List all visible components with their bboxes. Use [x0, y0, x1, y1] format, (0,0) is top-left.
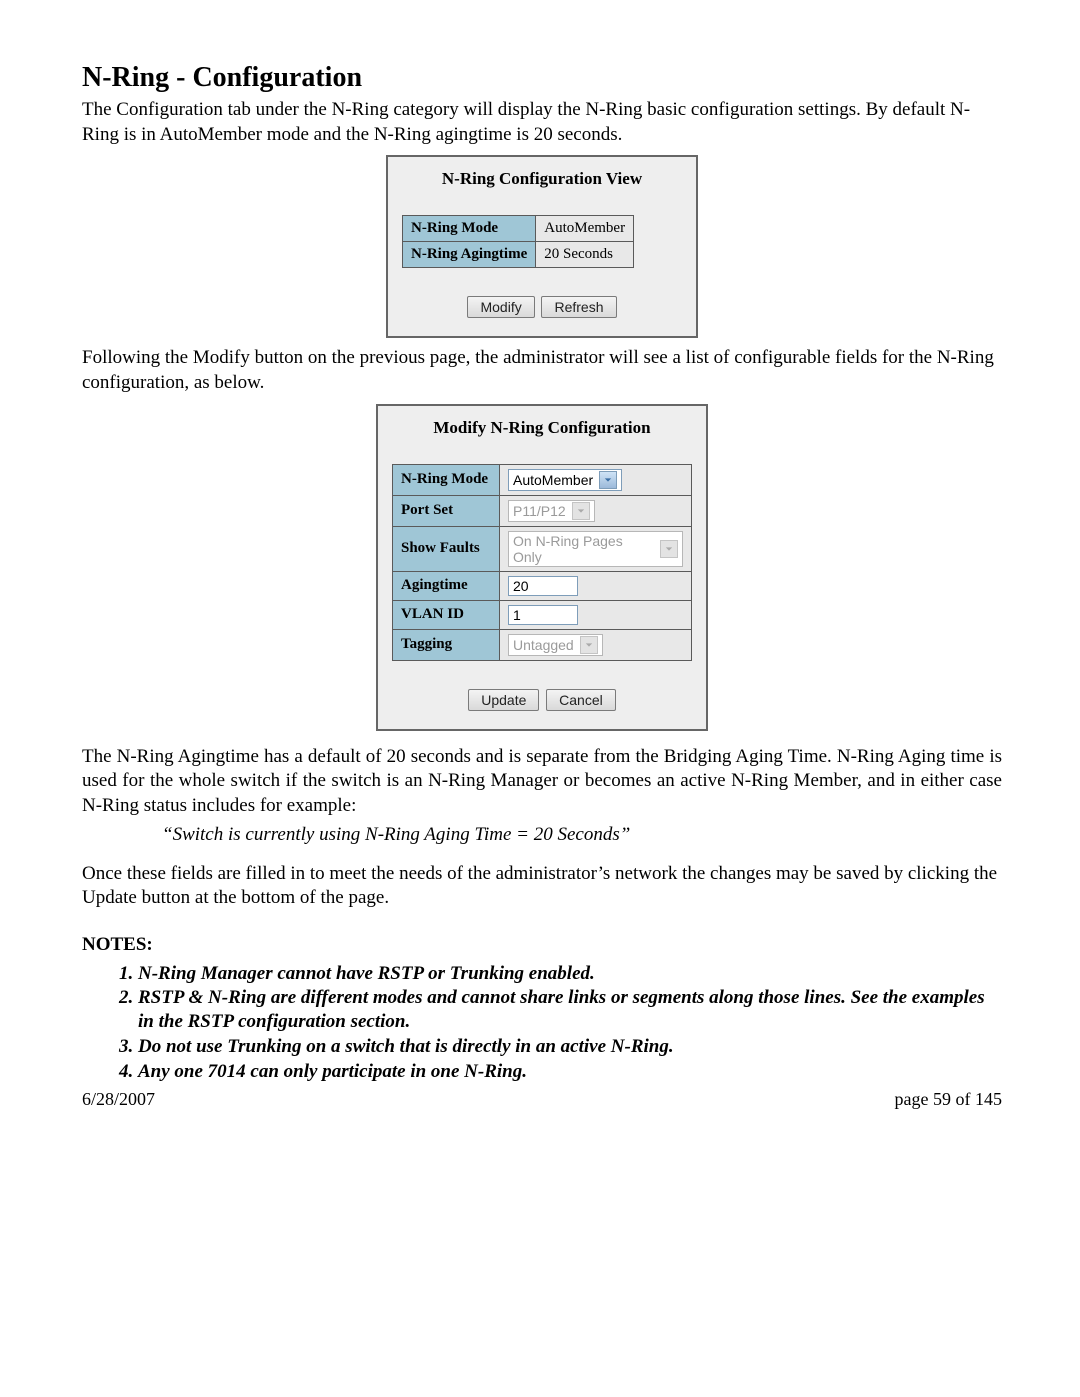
notes-heading: NOTES: [82, 933, 1002, 958]
tagging-select: Untagged [508, 634, 603, 656]
tagging-select-value: Untagged [513, 637, 574, 653]
intro-paragraph: The Configuration tab under the N-Ring c… [82, 98, 1002, 147]
footer-date: 6/28/2007 [82, 1089, 155, 1110]
refresh-button[interactable]: Refresh [541, 296, 616, 318]
faults-select: On N-Ring Pages Only [508, 531, 683, 567]
table-row: Show Faults On N-Ring Pages Only [393, 526, 692, 571]
paragraph: Following the Modify button on the previ… [82, 346, 1002, 395]
vlan-label: VLAN ID [393, 600, 500, 629]
tagging-label: Tagging [393, 629, 500, 660]
list-item: N-Ring Manager cannot have RSTP or Trunk… [138, 962, 1002, 986]
agingtime-label: N-Ring Agingtime [403, 242, 536, 268]
table-row: Tagging Untagged [393, 629, 692, 660]
list-item: Any one 7014 can only participate in one… [138, 1060, 1002, 1084]
table-row: N-Ring Mode AutoMember [403, 216, 634, 242]
paragraph: Once these fields are filled in to meet … [82, 862, 1002, 911]
table-row: VLAN ID 1 [393, 600, 692, 629]
mode-select-value: AutoMember [513, 472, 593, 488]
footer-page: page 59 of 145 [895, 1089, 1002, 1110]
notes-list: N-Ring Manager cannot have RSTP or Trunk… [110, 962, 1002, 1084]
mode-label: N-Ring Mode [393, 464, 500, 495]
mode-label: N-Ring Mode [403, 216, 536, 242]
status-quote: “Switch is currently using N-Ring Aging … [162, 823, 1002, 848]
vlan-input[interactable]: 1 [508, 605, 578, 625]
portset-label: Port Set [393, 495, 500, 526]
panel-title: N-Ring Configuration View [402, 169, 682, 189]
faults-label: Show Faults [393, 526, 500, 571]
portset-select-value: P11/P12 [513, 503, 566, 519]
chevron-down-icon [580, 636, 598, 654]
chevron-down-icon [599, 471, 617, 489]
table-row: N-Ring Mode AutoMember [393, 464, 692, 495]
chevron-down-icon [660, 540, 678, 558]
table-row: Agingtime 20 [393, 571, 692, 600]
config-view-panel: N-Ring Configuration View N-Ring Mode Au… [386, 155, 698, 338]
agingtime-value: 20 Seconds [536, 242, 634, 268]
chevron-down-icon [572, 502, 590, 520]
modify-config-panel: Modify N-Ring Configuration N-Ring Mode … [376, 404, 708, 731]
modify-button[interactable]: Modify [467, 296, 534, 318]
mode-select[interactable]: AutoMember [508, 469, 622, 491]
agingtime-label: Agingtime [393, 571, 500, 600]
config-table: N-Ring Mode AutoMember N-Ring Agingtime … [402, 215, 634, 268]
modify-config-table: N-Ring Mode AutoMember Port Set P11/P12 [392, 464, 692, 661]
cancel-button[interactable]: Cancel [546, 689, 616, 711]
portset-select: P11/P12 [508, 500, 595, 522]
table-row: N-Ring Agingtime 20 Seconds [403, 242, 634, 268]
list-item: RSTP & N-Ring are different modes and ca… [138, 986, 1002, 1034]
panel-title: Modify N-Ring Configuration [392, 418, 692, 438]
page-title: N-Ring - Configuration [82, 62, 1002, 94]
update-button[interactable]: Update [468, 689, 539, 711]
table-row: Port Set P11/P12 [393, 495, 692, 526]
agingtime-input[interactable]: 20 [508, 576, 578, 596]
paragraph: The N-Ring Agingtime has a default of 20… [82, 745, 1002, 819]
list-item: Do not use Trunking on a switch that is … [138, 1035, 1002, 1059]
faults-select-value: On N-Ring Pages Only [513, 533, 654, 565]
mode-value: AutoMember [536, 216, 634, 242]
